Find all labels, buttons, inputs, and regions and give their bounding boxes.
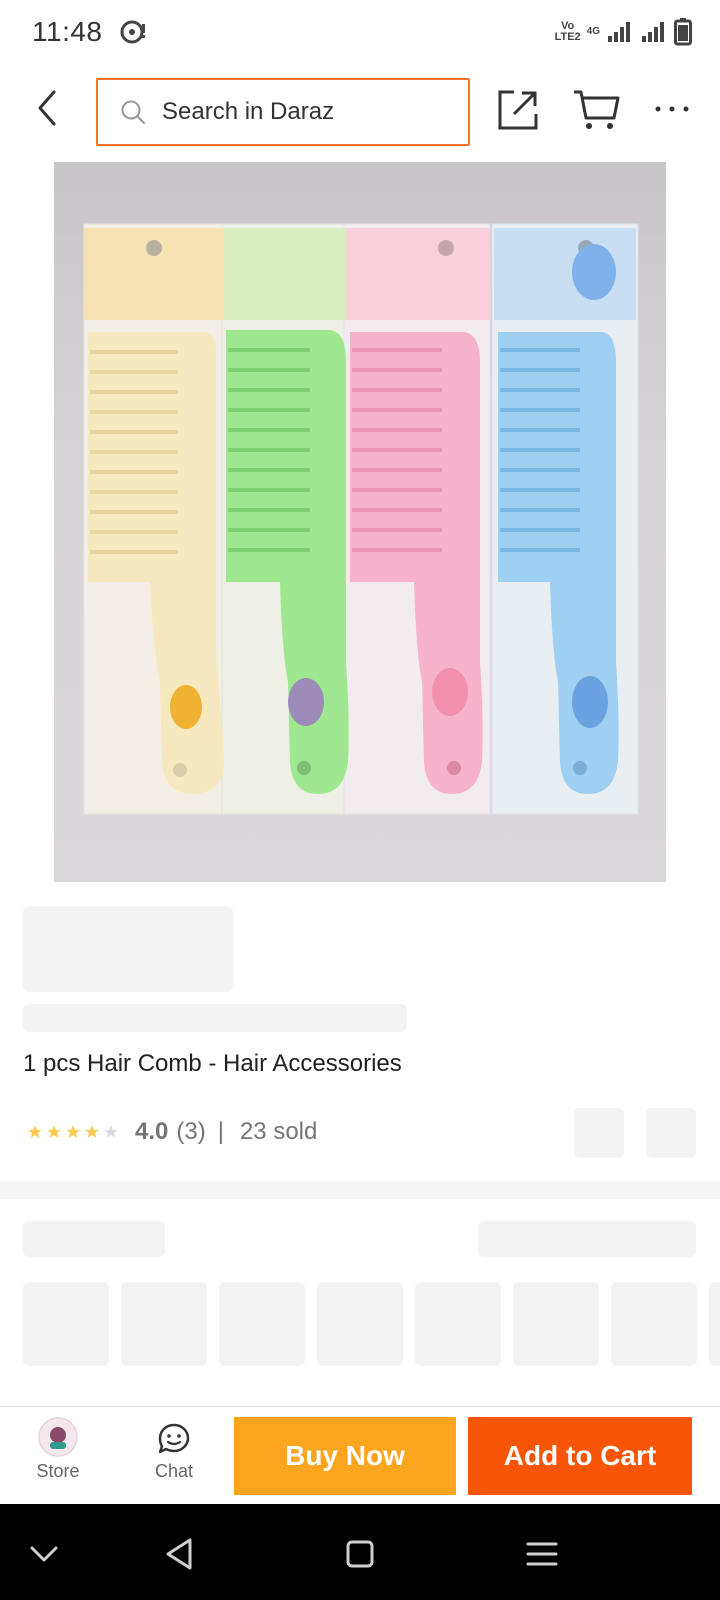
star-filled-icon xyxy=(47,1125,61,1138)
chat-button[interactable]: Chat xyxy=(134,1417,214,1497)
rating-row[interactable]: 4.0 (3) | 23 sold xyxy=(27,1116,317,1148)
menu-icon[interactable] xyxy=(522,1534,562,1574)
system-nav-bar xyxy=(0,1504,720,1600)
sold-count: 23 sold xyxy=(239,1118,318,1145)
network-type: 4G xyxy=(586,26,600,37)
status-time: 11:48 xyxy=(32,16,103,47)
bottom-action-bar: Store Chat Buy Now Add to Cart xyxy=(0,1406,720,1502)
cart-icon[interactable] xyxy=(572,88,620,132)
product-title: 1 pcs Hair Comb - Hair Accessories xyxy=(23,1050,402,1077)
battery-icon xyxy=(674,18,692,46)
signal-icon xyxy=(642,22,664,42)
variant-skeleton xyxy=(219,1282,305,1366)
subprice-skeleton xyxy=(23,1004,407,1032)
rating-value: 4.0 xyxy=(135,1118,169,1145)
store-button[interactable]: Store xyxy=(18,1417,98,1497)
share-icon[interactable] xyxy=(496,88,540,132)
buy-now-button[interactable]: Buy Now xyxy=(234,1417,456,1495)
star-filled-icon xyxy=(85,1125,99,1138)
rating-separator: | xyxy=(217,1118,224,1145)
variant-skeleton xyxy=(709,1282,720,1366)
variant-skeleton xyxy=(23,1282,109,1366)
signal-icon xyxy=(608,22,630,42)
lte-label: LTE2 xyxy=(554,31,581,43)
top-header: Search in Daraz xyxy=(0,72,720,152)
star-filled-icon xyxy=(28,1125,42,1138)
variant-skeleton xyxy=(121,1282,207,1366)
status-indicators: Vo LTE2 4G xyxy=(555,16,692,48)
variant-skeleton xyxy=(611,1282,697,1366)
section-label-skeleton xyxy=(23,1221,165,1257)
search-input[interactable]: Search in Daraz xyxy=(96,78,470,146)
status-bar: 11:48 Vo LTE2 4G xyxy=(0,0,720,64)
home-square-icon[interactable] xyxy=(340,1534,380,1574)
chat-label: Chat xyxy=(154,1461,194,1481)
variant-skeleton xyxy=(415,1282,501,1366)
section-action-skeleton xyxy=(478,1221,696,1257)
search-placeholder: Search in Daraz xyxy=(162,98,335,125)
comb-illustration xyxy=(83,223,639,815)
rating-count: (3) xyxy=(176,1118,206,1145)
share-skeleton xyxy=(646,1108,696,1158)
product-image[interactable] xyxy=(54,162,666,882)
star-empty-icon xyxy=(104,1125,118,1138)
rating-stars xyxy=(27,1124,119,1140)
search-icon xyxy=(121,100,145,124)
chat-icon xyxy=(158,1423,190,1454)
more-options-icon[interactable] xyxy=(652,94,692,124)
store-avatar xyxy=(38,1417,78,1457)
notification-icon xyxy=(120,20,145,44)
back-arrow-icon[interactable] xyxy=(28,86,72,130)
chevron-down-icon[interactable] xyxy=(24,1534,64,1574)
variant-skeleton xyxy=(513,1282,599,1366)
store-label: Store xyxy=(36,1461,80,1481)
section-divider xyxy=(0,1181,720,1199)
volte-indicator: Vo LTE2 xyxy=(555,21,581,43)
price-skeleton xyxy=(23,906,233,992)
add-to-cart-button[interactable]: Add to Cart xyxy=(468,1417,692,1495)
star-filled-icon xyxy=(66,1125,80,1138)
store-logo-icon xyxy=(38,1417,78,1457)
variant-skeleton xyxy=(317,1282,403,1366)
wishlist-skeleton xyxy=(574,1108,624,1158)
back-triangle-icon[interactable] xyxy=(160,1534,200,1574)
